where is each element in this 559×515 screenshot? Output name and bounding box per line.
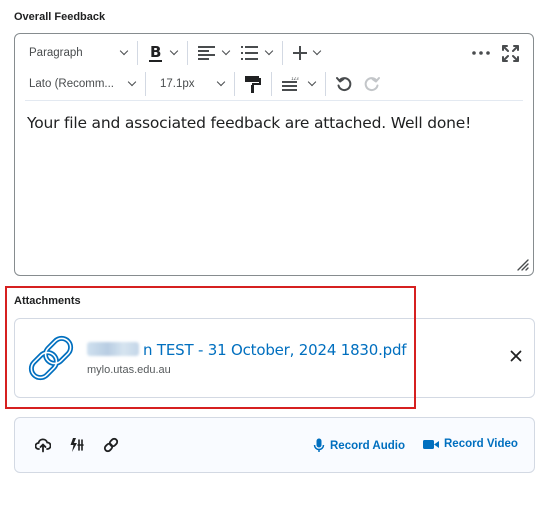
toolbar-separator — [234, 72, 235, 96]
chevron-down-icon — [169, 46, 179, 56]
toolbar-separator — [137, 41, 138, 65]
bold-icon: B — [149, 44, 162, 62]
attachment-domain: mylo.utas.edu.au — [87, 364, 171, 376]
chevron-down-icon — [307, 77, 317, 87]
align-left-icon — [198, 46, 215, 60]
video-camera-icon — [423, 439, 439, 449]
bulleted-list-icon — [241, 46, 258, 60]
align-button[interactable] — [192, 38, 235, 68]
line-height-button[interactable]: 123 — [276, 69, 321, 99]
overall-feedback-label: Overall Feedback — [14, 11, 106, 23]
chevron-down-icon — [127, 77, 137, 87]
quicklink-icon[interactable] — [69, 437, 85, 453]
font-family-dropdown[interactable]: Lato (Recomm... — [23, 69, 141, 99]
microphone-icon — [313, 438, 325, 452]
toolbar-divider — [25, 100, 523, 101]
toolbar-separator — [325, 72, 326, 96]
font-size-dropdown[interactable]: 17.1px — [150, 69, 230, 99]
record-video-label: Record Video — [444, 438, 518, 450]
toolbar-separator — [282, 41, 283, 65]
redacted-name — [87, 342, 139, 356]
line-height-icon: 123 — [282, 77, 299, 91]
svg-text:123: 123 — [291, 77, 299, 81]
close-icon[interactable] — [510, 350, 522, 362]
redo-icon — [364, 77, 380, 92]
undo-icon — [336, 77, 352, 92]
link-icon — [28, 335, 74, 381]
chevron-down-icon — [221, 46, 231, 56]
bold-button[interactable]: B — [142, 38, 183, 68]
fullscreen-icon — [502, 44, 519, 62]
attachment-file-name: TEST - 31 October, 2024 1830.pdf — [156, 341, 407, 359]
chevron-down-icon — [216, 77, 226, 87]
record-audio-label: Record Audio — [330, 439, 405, 452]
chevron-down-icon — [264, 46, 274, 56]
plus-icon — [293, 46, 307, 60]
attachment-name-prefix: n — [143, 341, 153, 359]
format-painter-icon — [245, 75, 261, 93]
chevron-down-icon — [312, 46, 322, 56]
editor-toolbar-row-2: Lato (Recomm... 17.1px 123 — [23, 69, 525, 99]
font-size-value: 17.1px — [160, 78, 195, 90]
upload-cloud-icon[interactable] — [35, 437, 51, 453]
attachment-file-link[interactable]: n TEST - 31 October, 2024 1830.pdf — [87, 341, 407, 359]
insert-button[interactable] — [287, 38, 326, 68]
toolbar-separator — [271, 72, 272, 96]
attachment-tools: Record Audio Record Video — [14, 417, 535, 473]
record-audio-button[interactable]: Record Audio — [313, 438, 405, 453]
more-actions-button[interactable] — [466, 38, 496, 68]
chevron-down-icon — [119, 46, 129, 56]
fullscreen-button[interactable] — [496, 38, 525, 68]
undo-button[interactable] — [330, 69, 358, 99]
record-video-button[interactable]: Record Video — [423, 438, 518, 450]
editor-content[interactable]: Your file and associated feedback are at… — [27, 114, 471, 132]
svg-text:B: B — [150, 44, 161, 61]
block-format-value: Paragraph — [29, 47, 83, 59]
toolbar-separator — [145, 72, 146, 96]
attachment-item: n TEST - 31 October, 2024 1830.pdf mylo.… — [14, 318, 535, 398]
list-button[interactable] — [235, 38, 278, 68]
resize-grip-icon[interactable] — [517, 259, 529, 271]
block-format-dropdown[interactable]: Paragraph — [23, 38, 133, 68]
more-horizontal-icon — [472, 51, 490, 55]
toolbar-separator — [187, 41, 188, 65]
editor-toolbar-row-1: Paragraph B — [23, 38, 525, 68]
attachments-label: Attachments — [14, 295, 81, 307]
redo-button[interactable] — [358, 69, 386, 99]
format-painter-button[interactable] — [239, 69, 267, 99]
feedback-editor[interactable]: Paragraph B Lato (Recomm... 17.1px 123 Y… — [14, 33, 534, 276]
link-icon[interactable] — [103, 437, 119, 453]
font-family-value: Lato (Recomm... — [29, 78, 114, 90]
